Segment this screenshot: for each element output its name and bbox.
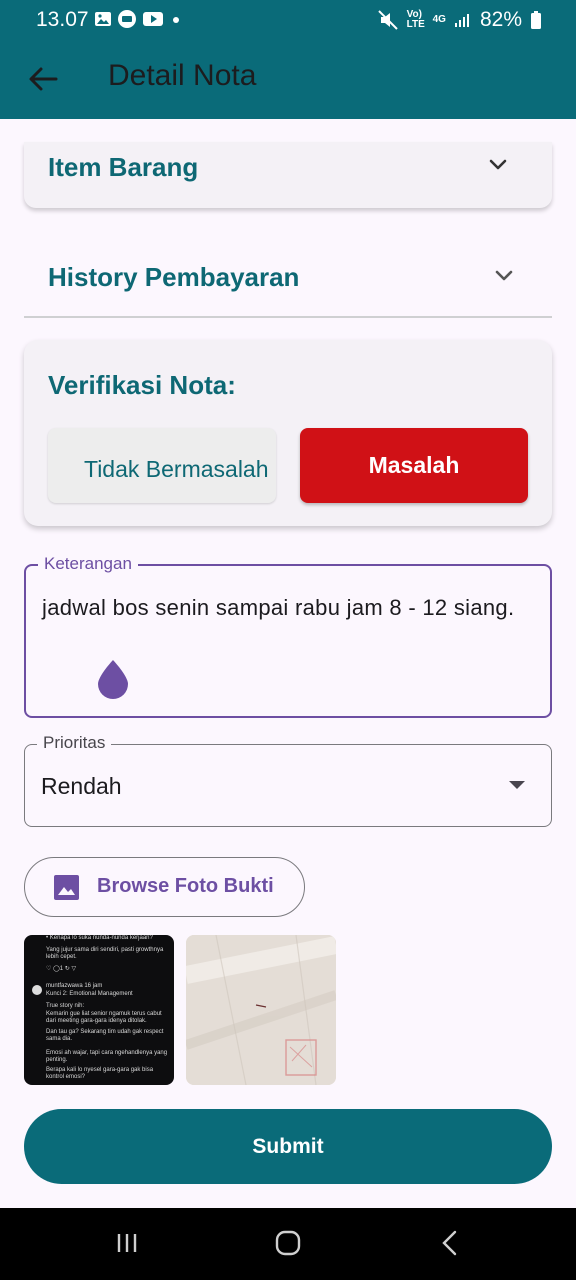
arrow-left-icon[interactable] [26,62,60,96]
signal-icon [454,14,469,27]
prioritas-label: Prioritas [37,733,112,753]
dot-icon [173,17,179,23]
prioritas-dropdown[interactable]: Prioritas Rendah [24,733,552,827]
keterangan-value[interactable]: jadwal bos senin sampai rabu jam 8 - 12 … [42,590,532,625]
item-barang-title: Item Barang [48,152,199,182]
page-title: Detail Nota [108,59,257,92]
image-icon [54,875,79,900]
app-bar: Detail Nota [0,40,576,119]
keterangan-field[interactable]: Keterangan jadwal bos senin sampai rabu … [24,554,552,718]
photo-text: ♡ ◯1 ↻ ▽ [46,966,77,972]
back-nav-icon[interactable] [440,1230,458,1256]
chevron-down-icon[interactable] [486,153,510,177]
battery-percent: 82% [479,8,522,31]
verifikasi-title: Verifikasi Nota: [48,370,236,400]
mute-icon [377,10,398,30]
photo-text: Dan tau ga? Sekarang tim udah gak respec… [46,1029,164,1042]
photo-text: muntfazwawa 16 jam [46,983,103,989]
system-nav-bar [0,1208,576,1280]
photo-text: Berapa kali lo nyesel gara-gara gak bisa… [46,1067,154,1080]
photo-thumbnail[interactable]: • Kenapa lo suka nunda-nunda kerjaan? Ya… [24,935,174,1085]
dropdown-arrow-icon[interactable] [509,781,525,789]
photo-text: • Kenapa lo suka nunda-nunda kerjaan? [46,935,153,941]
recent-apps-icon[interactable] [116,1232,138,1254]
photo-text: Kunci 2: Emotional Management [46,991,133,997]
avatar [32,985,42,995]
tidak-bermasalah-button[interactable]: Tidak Bermasalah [48,428,276,503]
item-barang-panel[interactable]: Item Barang [24,142,552,208]
status-bar: 13.07 Vo) LTE 4G 82% [0,0,576,40]
prioritas-value: Rendah [41,773,122,799]
home-icon[interactable] [275,1230,301,1256]
status-time: 13.07 [36,8,89,31]
browse-foto-label: Browse Foto Bukti [97,875,274,897]
paper-photo-icon [186,935,336,1085]
history-pembayaran-panel[interactable]: History Pembayaran [24,236,552,318]
keterangan-label: Keterangan [38,554,138,574]
photo-text: Emosi ah wajar, tapi cara ngehandlenya y… [46,1050,168,1063]
network-label: 4G [432,14,446,25]
chevron-down-icon[interactable] [492,264,516,288]
submit-button[interactable]: Submit [24,1109,552,1184]
history-pembayaran-title: History Pembayaran [48,262,300,292]
message-icon [118,10,136,28]
masalah-button[interactable]: Masalah [300,428,528,503]
verifikasi-card: Verifikasi Nota: Tidak Bermasalah Masala… [24,340,552,526]
photo-thumbnail[interactable] [186,935,336,1085]
photo-text: Kemarin gue liat senior ngamuk terus cab… [46,1011,162,1024]
photo-text: Yang jujur sama diri sendiri, pasti grow… [46,947,164,960]
photo-text: True story nih: [46,1003,85,1009]
volte-label: Vo) LTE [406,9,425,30]
youtube-icon [143,12,163,26]
text-cursor-handle-icon[interactable] [96,658,130,700]
battery-icon [531,11,541,29]
image-icon [95,12,111,26]
browse-foto-button[interactable]: Browse Foto Bukti [24,857,305,917]
